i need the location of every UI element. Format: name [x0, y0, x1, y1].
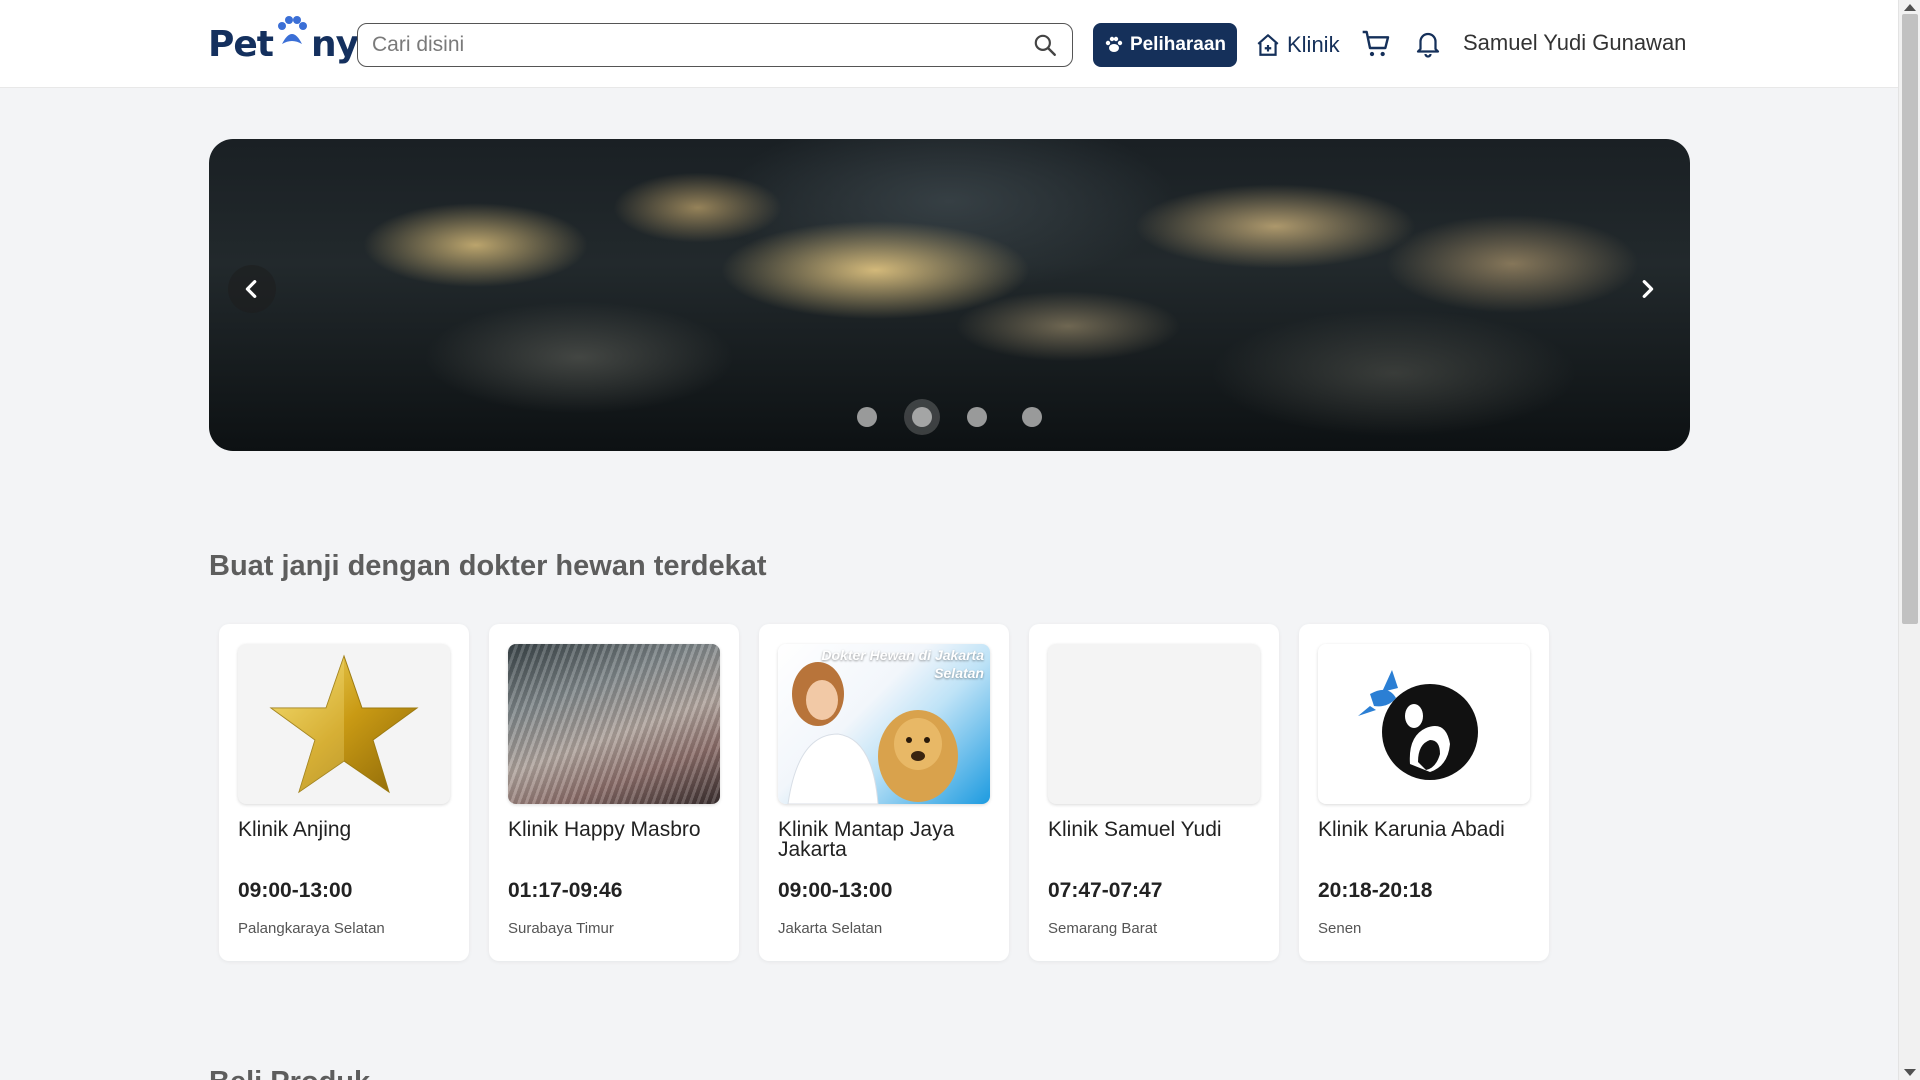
clinic-name: Klinik Happy Masbro [508, 818, 701, 841]
petany-logo[interactable]: Pet ny [208, 14, 359, 72]
clinic-hours: 09:00-13:00 [778, 879, 893, 902]
clinic-card[interactable]: Klinik Happy Masbro 01:17-09:46 Surabaya… [489, 624, 739, 961]
carousel-dot-2[interactable] [912, 407, 932, 427]
clinic-card[interactable]: Dokter Hewan di Jakarta Selatan Klinik M… [759, 624, 1009, 961]
clinic-card[interactable]: Klinik Anjing 09:00-13:00 Palangkaraya S… [219, 624, 469, 961]
search-bar [357, 23, 1073, 67]
clinic-location: Surabaya Timur [508, 920, 614, 937]
section-title: Buat janji dengan dokter hewan terdekat [209, 550, 767, 582]
clinic-image-vet: Dokter Hewan di Jakarta Selatan [778, 644, 990, 804]
chevron-left-icon [245, 280, 257, 298]
logo-text-right: ny [311, 23, 359, 65]
clinic-card[interactable]: Klinik Samuel Yudi 07:47-07:47 Semarang … [1029, 624, 1279, 961]
klinik-label: Klinik [1287, 32, 1340, 57]
clinic-name: Klinik Karunia Abadi [1318, 818, 1505, 841]
search-input[interactable] [372, 33, 1032, 57]
search-icon[interactable] [1032, 32, 1058, 58]
hero-carousel [209, 139, 1690, 451]
clinic-image-blank [1048, 644, 1260, 804]
carousel-dot-4[interactable] [1022, 407, 1042, 427]
home-icon [1257, 34, 1279, 56]
carousel-dot-1[interactable] [857, 407, 877, 427]
bell-icon[interactable] [1413, 28, 1443, 60]
cart-icon[interactable] [1360, 28, 1392, 60]
clinic-name: Klinik Mantap Jaya Jakarta [778, 818, 955, 861]
peliharaan-label: Peliharaan [1129, 34, 1227, 55]
clinic-image-caption: Dokter Hewan di Jakarta Selatan [821, 647, 984, 681]
scroll-down-icon[interactable] [1904, 1069, 1916, 1076]
logo-text-left: Pet [208, 23, 274, 65]
scroll-up-icon[interactable] [1904, 4, 1916, 11]
clinic-name: Klinik Samuel Yudi [1048, 818, 1222, 841]
clinic-location: Senen [1318, 920, 1362, 937]
clinic-hours: 20:18-20:18 [1318, 879, 1433, 902]
top-navbar: Pet ny Peliharaan Klinik Samuel Yudi Gun… [0, 0, 1898, 88]
clinic-card[interactable]: Klinik Karunia Abadi 20:18-20:18 Senen [1299, 624, 1549, 961]
page-scrollbar[interactable] [1898, 0, 1920, 1080]
clinic-hours: 07:47-07:47 [1048, 879, 1163, 902]
clinic-location: Palangkaraya Selatan [238, 920, 385, 937]
clinic-name: Klinik Anjing [238, 818, 352, 841]
carousel-dot-3[interactable] [967, 407, 987, 427]
clinic-image-cash [508, 644, 720, 804]
clinic-location: Semarang Barat [1048, 920, 1158, 937]
carousel-next-button[interactable] [1623, 265, 1671, 313]
clinic-image-star [238, 644, 450, 804]
peliharaan-button[interactable]: Peliharaan [1093, 23, 1237, 67]
carousel-indicators [209, 407, 1690, 427]
clinic-image-logo [1318, 644, 1530, 804]
scroll-thumb[interactable] [1902, 14, 1918, 624]
chevron-right-icon [1642, 280, 1654, 298]
next-section-title: Beli Produk [209, 1066, 370, 1080]
clinic-hours: 09:00-13:00 [238, 879, 353, 902]
clinic-card-list: Klinik Anjing 09:00-13:00 Palangkaraya S… [219, 624, 1549, 961]
paw-logo-icon [274, 14, 310, 58]
nav-klinik[interactable]: Klinik [1255, 28, 1340, 62]
paw-icon [1105, 36, 1123, 52]
carousel-prev-button[interactable] [228, 265, 276, 313]
clinic-location: Jakarta Selatan [778, 920, 883, 937]
clinic-hours: 01:17-09:46 [508, 879, 623, 902]
user-name[interactable]: Samuel Yudi Gunawan [1463, 30, 1686, 56]
